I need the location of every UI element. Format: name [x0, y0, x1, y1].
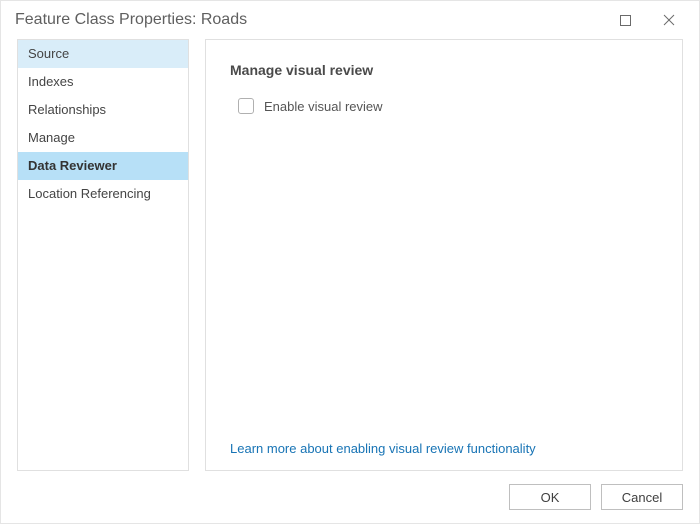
titlebar: Feature Class Properties: Roads — [1, 1, 699, 39]
sidebar-item-relationships[interactable]: Relationships — [18, 96, 188, 124]
main-panel: Manage visual review Enable visual revie… — [205, 39, 683, 471]
spacer — [230, 114, 664, 441]
dialog-body: Source Indexes Relationships Manage Data… — [1, 39, 699, 471]
dialog: Feature Class Properties: Roads Source I… — [0, 0, 700, 524]
sidebar-item-label: Data Reviewer — [28, 158, 117, 173]
close-button[interactable] — [647, 5, 691, 35]
enable-visual-review-checkbox[interactable] — [238, 98, 254, 114]
sidebar-item-label: Manage — [28, 130, 75, 145]
cancel-button[interactable]: Cancel — [601, 484, 683, 510]
maximize-button[interactable] — [603, 5, 647, 35]
enable-visual-review-row: Enable visual review — [238, 98, 664, 114]
maximize-icon — [620, 15, 631, 26]
sidebar-item-indexes[interactable]: Indexes — [18, 68, 188, 96]
window-title: Feature Class Properties: Roads — [15, 11, 603, 29]
sidebar: Source Indexes Relationships Manage Data… — [17, 39, 189, 471]
sidebar-item-manage[interactable]: Manage — [18, 124, 188, 152]
sidebar-item-label: Location Referencing — [28, 186, 151, 201]
close-icon — [663, 14, 675, 26]
enable-visual-review-label: Enable visual review — [264, 99, 383, 114]
sidebar-item-source[interactable]: Source — [18, 40, 188, 68]
section-title: Manage visual review — [230, 62, 664, 78]
sidebar-item-location-referencing[interactable]: Location Referencing — [18, 180, 188, 208]
sidebar-item-label: Relationships — [28, 102, 106, 117]
sidebar-item-data-reviewer[interactable]: Data Reviewer — [18, 152, 188, 180]
dialog-footer: OK Cancel — [1, 471, 699, 523]
help-link[interactable]: Learn more about enabling visual review … — [230, 441, 664, 456]
sidebar-item-label: Source — [28, 46, 69, 61]
ok-button[interactable]: OK — [509, 484, 591, 510]
window-controls — [603, 5, 691, 35]
sidebar-item-label: Indexes — [28, 74, 74, 89]
